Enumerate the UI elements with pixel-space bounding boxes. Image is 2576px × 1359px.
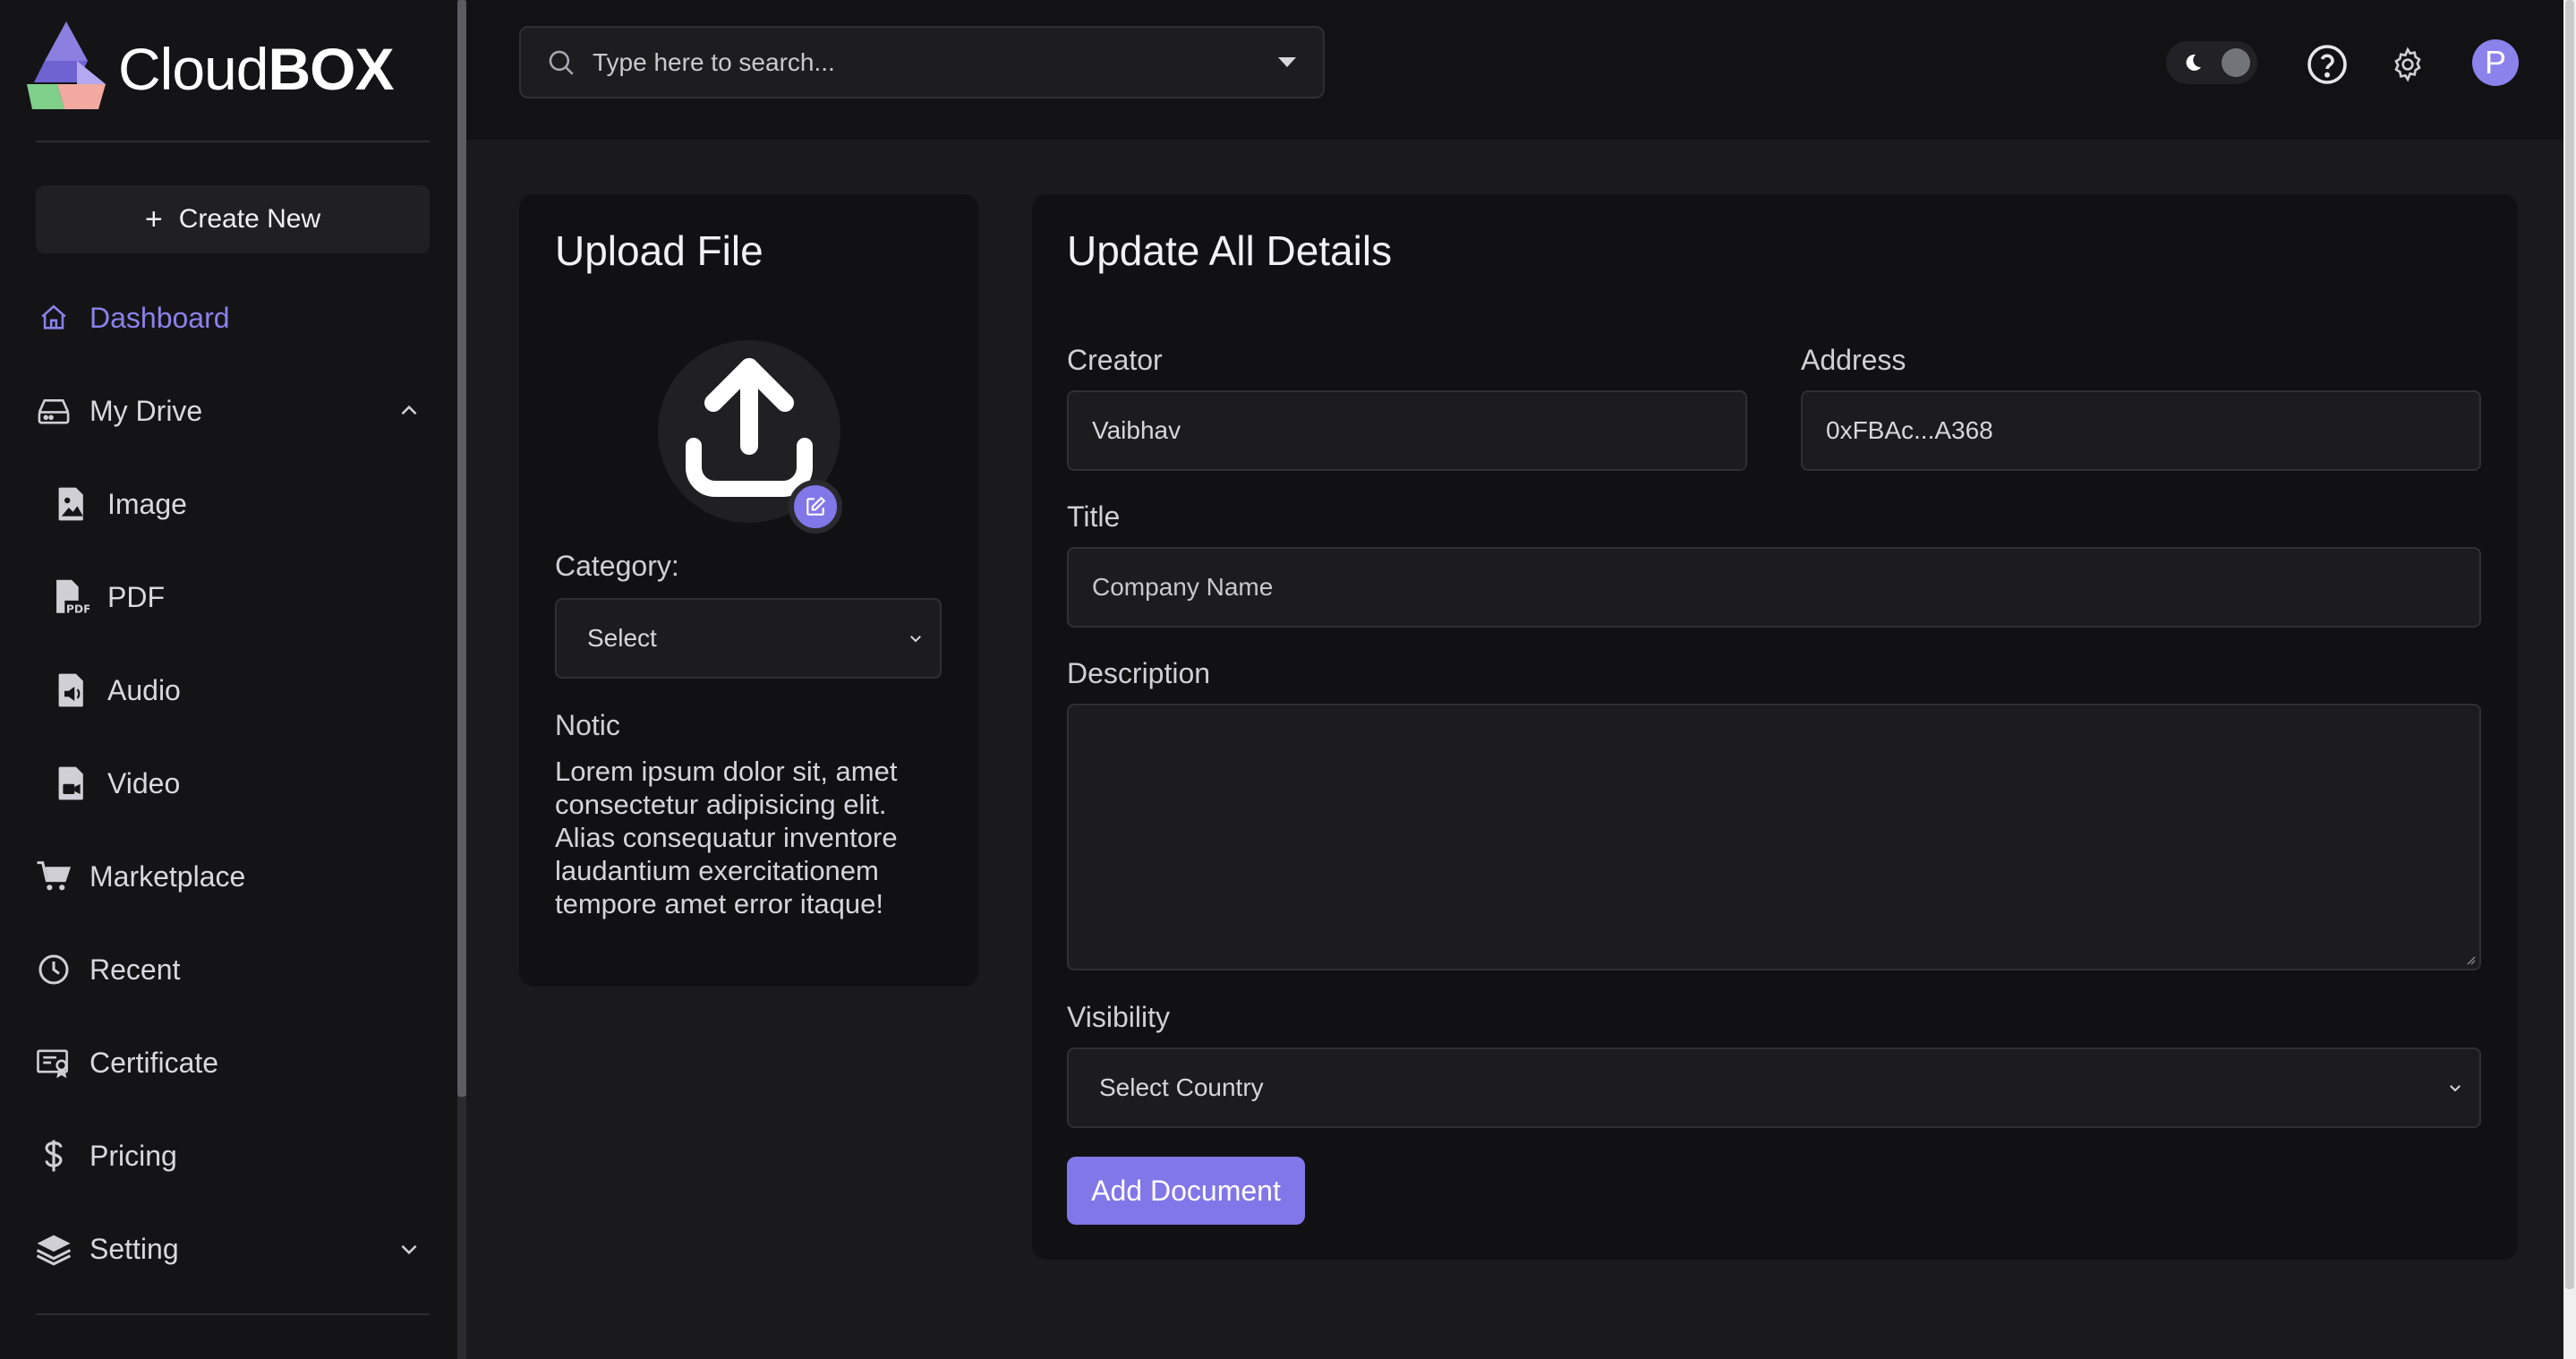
sidebar-item-marketplace[interactable]: Marketplace [36, 848, 430, 905]
sidebar-item-pdf[interactable]: PDF PDF [54, 568, 430, 626]
notice-text: Lorem ipsum dolor sit, amet consectetur … [555, 756, 898, 919]
toggle-knob [2222, 48, 2250, 77]
help-icon[interactable] [2306, 43, 2349, 86]
resize-grip-icon[interactable] [2463, 953, 2476, 965]
sidebar-item-label: Audio [107, 673, 181, 706]
cloudbox-logo-icon [27, 21, 106, 109]
moon-icon [2186, 54, 2201, 71]
divider [36, 1313, 430, 1315]
title-field[interactable] [1067, 547, 2481, 628]
address-label: Address [1801, 344, 1906, 376]
home-icon [36, 300, 72, 336]
visibility-select[interactable]: Select Country [1067, 1047, 2481, 1128]
clock-icon [36, 952, 72, 987]
add-document-button[interactable]: Add Document [1067, 1157, 1305, 1225]
address-field[interactable] [1801, 390, 2481, 471]
sidebar-scrollbar[interactable] [457, 0, 466, 1359]
sidebar-item-label: Dashboard [90, 301, 230, 334]
sidebar-item-my-drive[interactable]: My Drive [36, 382, 430, 440]
user-avatar[interactable]: P [2472, 39, 2519, 86]
search-input[interactable] [593, 47, 1278, 77]
sidebar-item-dashboard[interactable]: Dashboard [36, 289, 430, 346]
certificate-icon [36, 1045, 72, 1081]
dollar-icon [36, 1138, 72, 1174]
category-select-value: Select [587, 624, 657, 652]
sidebar: CloudBOX + Create New Dashboard My Drive… [0, 0, 458, 1359]
creator-field[interactable] [1067, 390, 1747, 471]
layers-icon [36, 1231, 72, 1267]
sidebar-item-label: Marketplace [90, 859, 246, 893]
brand-logo[interactable]: CloudBOX [25, 20, 394, 118]
upload-file-title: Upload File [555, 227, 763, 274]
upload-icon[interactable] [683, 356, 815, 505]
sidebar-item-label: Image [107, 487, 187, 520]
update-details-title: Update All Details [1067, 227, 1393, 274]
category-select[interactable]: Select [555, 598, 942, 679]
edit-icon [806, 496, 826, 516]
divider [36, 141, 430, 142]
sidebar-item-label: Setting [90, 1232, 179, 1265]
image-file-icon [54, 486, 90, 522]
drive-icon [36, 393, 72, 429]
video-file-icon [54, 765, 90, 801]
sidebar-item-audio[interactable]: Audio [54, 662, 430, 719]
gear-icon[interactable] [2390, 47, 2426, 82]
sidebar-item-image[interactable]: Image [54, 475, 430, 533]
sidebar-item-label: Video [107, 766, 181, 799]
chevron-down-icon [2450, 1085, 2461, 1092]
description-label: Description [1067, 657, 1211, 689]
sidebar-item-setting[interactable]: Setting [36, 1220, 430, 1278]
search-icon [549, 50, 574, 75]
address-input[interactable] [1826, 416, 2479, 445]
plus-icon: + [144, 201, 163, 236]
chevron-down-icon [910, 636, 921, 643]
brand-name: CloudBOX [118, 36, 394, 102]
avatar-letter: P [2484, 44, 2506, 81]
sidebar-item-certificate[interactable]: Certificate [36, 1034, 430, 1091]
add-document-label: Add Document [1091, 1174, 1281, 1207]
category-label: Category: [555, 550, 679, 582]
visibility-select-value: Select Country [1099, 1073, 1264, 1101]
visibility-label: Visibility [1067, 1001, 1170, 1033]
sidebar-item-label: My Drive [90, 394, 203, 427]
sidebar-item-pricing[interactable]: Pricing [36, 1127, 430, 1184]
svg-text:PDF: PDF [66, 603, 90, 616]
cart-icon [36, 859, 72, 894]
audio-file-icon [54, 672, 90, 708]
sidebar-item-video[interactable]: Video [54, 755, 430, 812]
chevron-down-icon[interactable] [397, 1237, 421, 1261]
page-scrollbar-thumb[interactable] [2565, 0, 2574, 1289]
edit-upload-button[interactable] [789, 480, 842, 534]
theme-toggle[interactable] [2166, 41, 2257, 84]
sidebar-scrollbar-thumb[interactable] [457, 0, 466, 1097]
sidebar-item-label: Pricing [90, 1139, 177, 1172]
create-new-button[interactable]: + Create New [36, 185, 430, 253]
notice-title: Notic [555, 709, 620, 741]
sidebar-item-label: Recent [90, 953, 181, 986]
sidebar-item-label: PDF [107, 580, 165, 613]
title-label: Title [1067, 500, 1121, 533]
title-input[interactable] [1092, 573, 2479, 602]
search-dropdown-caret-icon[interactable] [1278, 57, 1296, 67]
pdf-file-icon: PDF [54, 579, 90, 616]
creator-label: Creator [1067, 344, 1163, 376]
sidebar-item-recent[interactable]: Recent [36, 941, 430, 998]
description-textarea[interactable] [1067, 704, 2481, 970]
sidebar-item-label: Certificate [90, 1046, 219, 1079]
search-bar[interactable] [519, 26, 1325, 98]
page-scrollbar[interactable] [2563, 0, 2576, 1359]
creator-input[interactable] [1092, 416, 1745, 445]
chevron-up-icon[interactable] [397, 399, 421, 423]
create-new-label: Create New [178, 204, 321, 234]
